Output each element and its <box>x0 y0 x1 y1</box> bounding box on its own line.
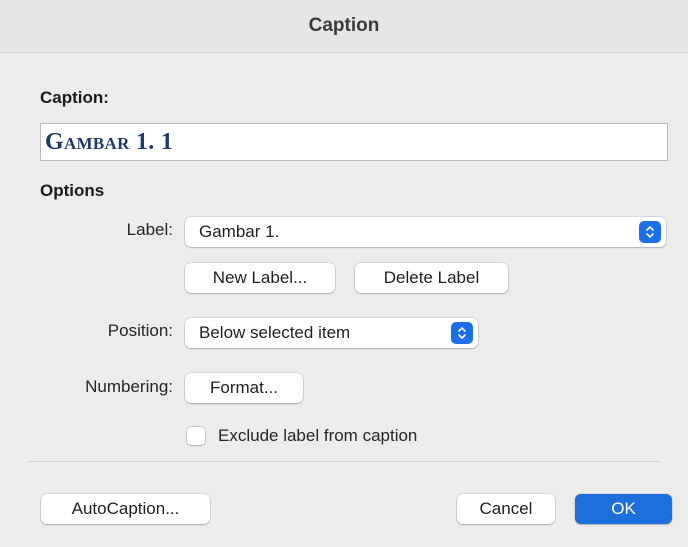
title-bar: Caption <box>0 0 688 53</box>
caption-field-value: Gambar 1. 1 <box>45 128 174 155</box>
ok-button[interactable]: OK <box>575 494 672 524</box>
label-popup[interactable]: Gambar 1. <box>185 217 666 247</box>
autocaption-button[interactable]: AutoCaption... <box>41 494 210 524</box>
format-button[interactable]: Format... <box>185 373 303 403</box>
exclude-label-checkbox-label: Exclude label from caption <box>218 426 418 445</box>
caption-field[interactable]: Gambar 1. 1 <box>40 123 668 161</box>
position-row-label: Position: <box>107 321 173 340</box>
label-popup-value: Gambar 1. <box>199 222 280 241</box>
up-down-chevron-icon <box>451 322 473 344</box>
label-row-label: Label: <box>126 220 173 239</box>
up-down-chevron-icon <box>639 221 661 243</box>
position-popup[interactable]: Below selected item <box>185 318 478 348</box>
new-label-button[interactable]: New Label... <box>185 263 335 293</box>
cancel-button[interactable]: Cancel <box>457 494 555 524</box>
exclude-label-checkbox[interactable] <box>187 427 205 445</box>
caption-heading: Caption: <box>40 88 109 107</box>
delete-label-button[interactable]: Delete Label <box>355 263 508 293</box>
position-popup-value: Below selected item <box>199 323 351 342</box>
options-heading: Options <box>40 181 105 200</box>
numbering-row-label: Numbering: <box>85 377 173 396</box>
divider <box>28 461 660 462</box>
window-title: Caption <box>308 15 380 36</box>
